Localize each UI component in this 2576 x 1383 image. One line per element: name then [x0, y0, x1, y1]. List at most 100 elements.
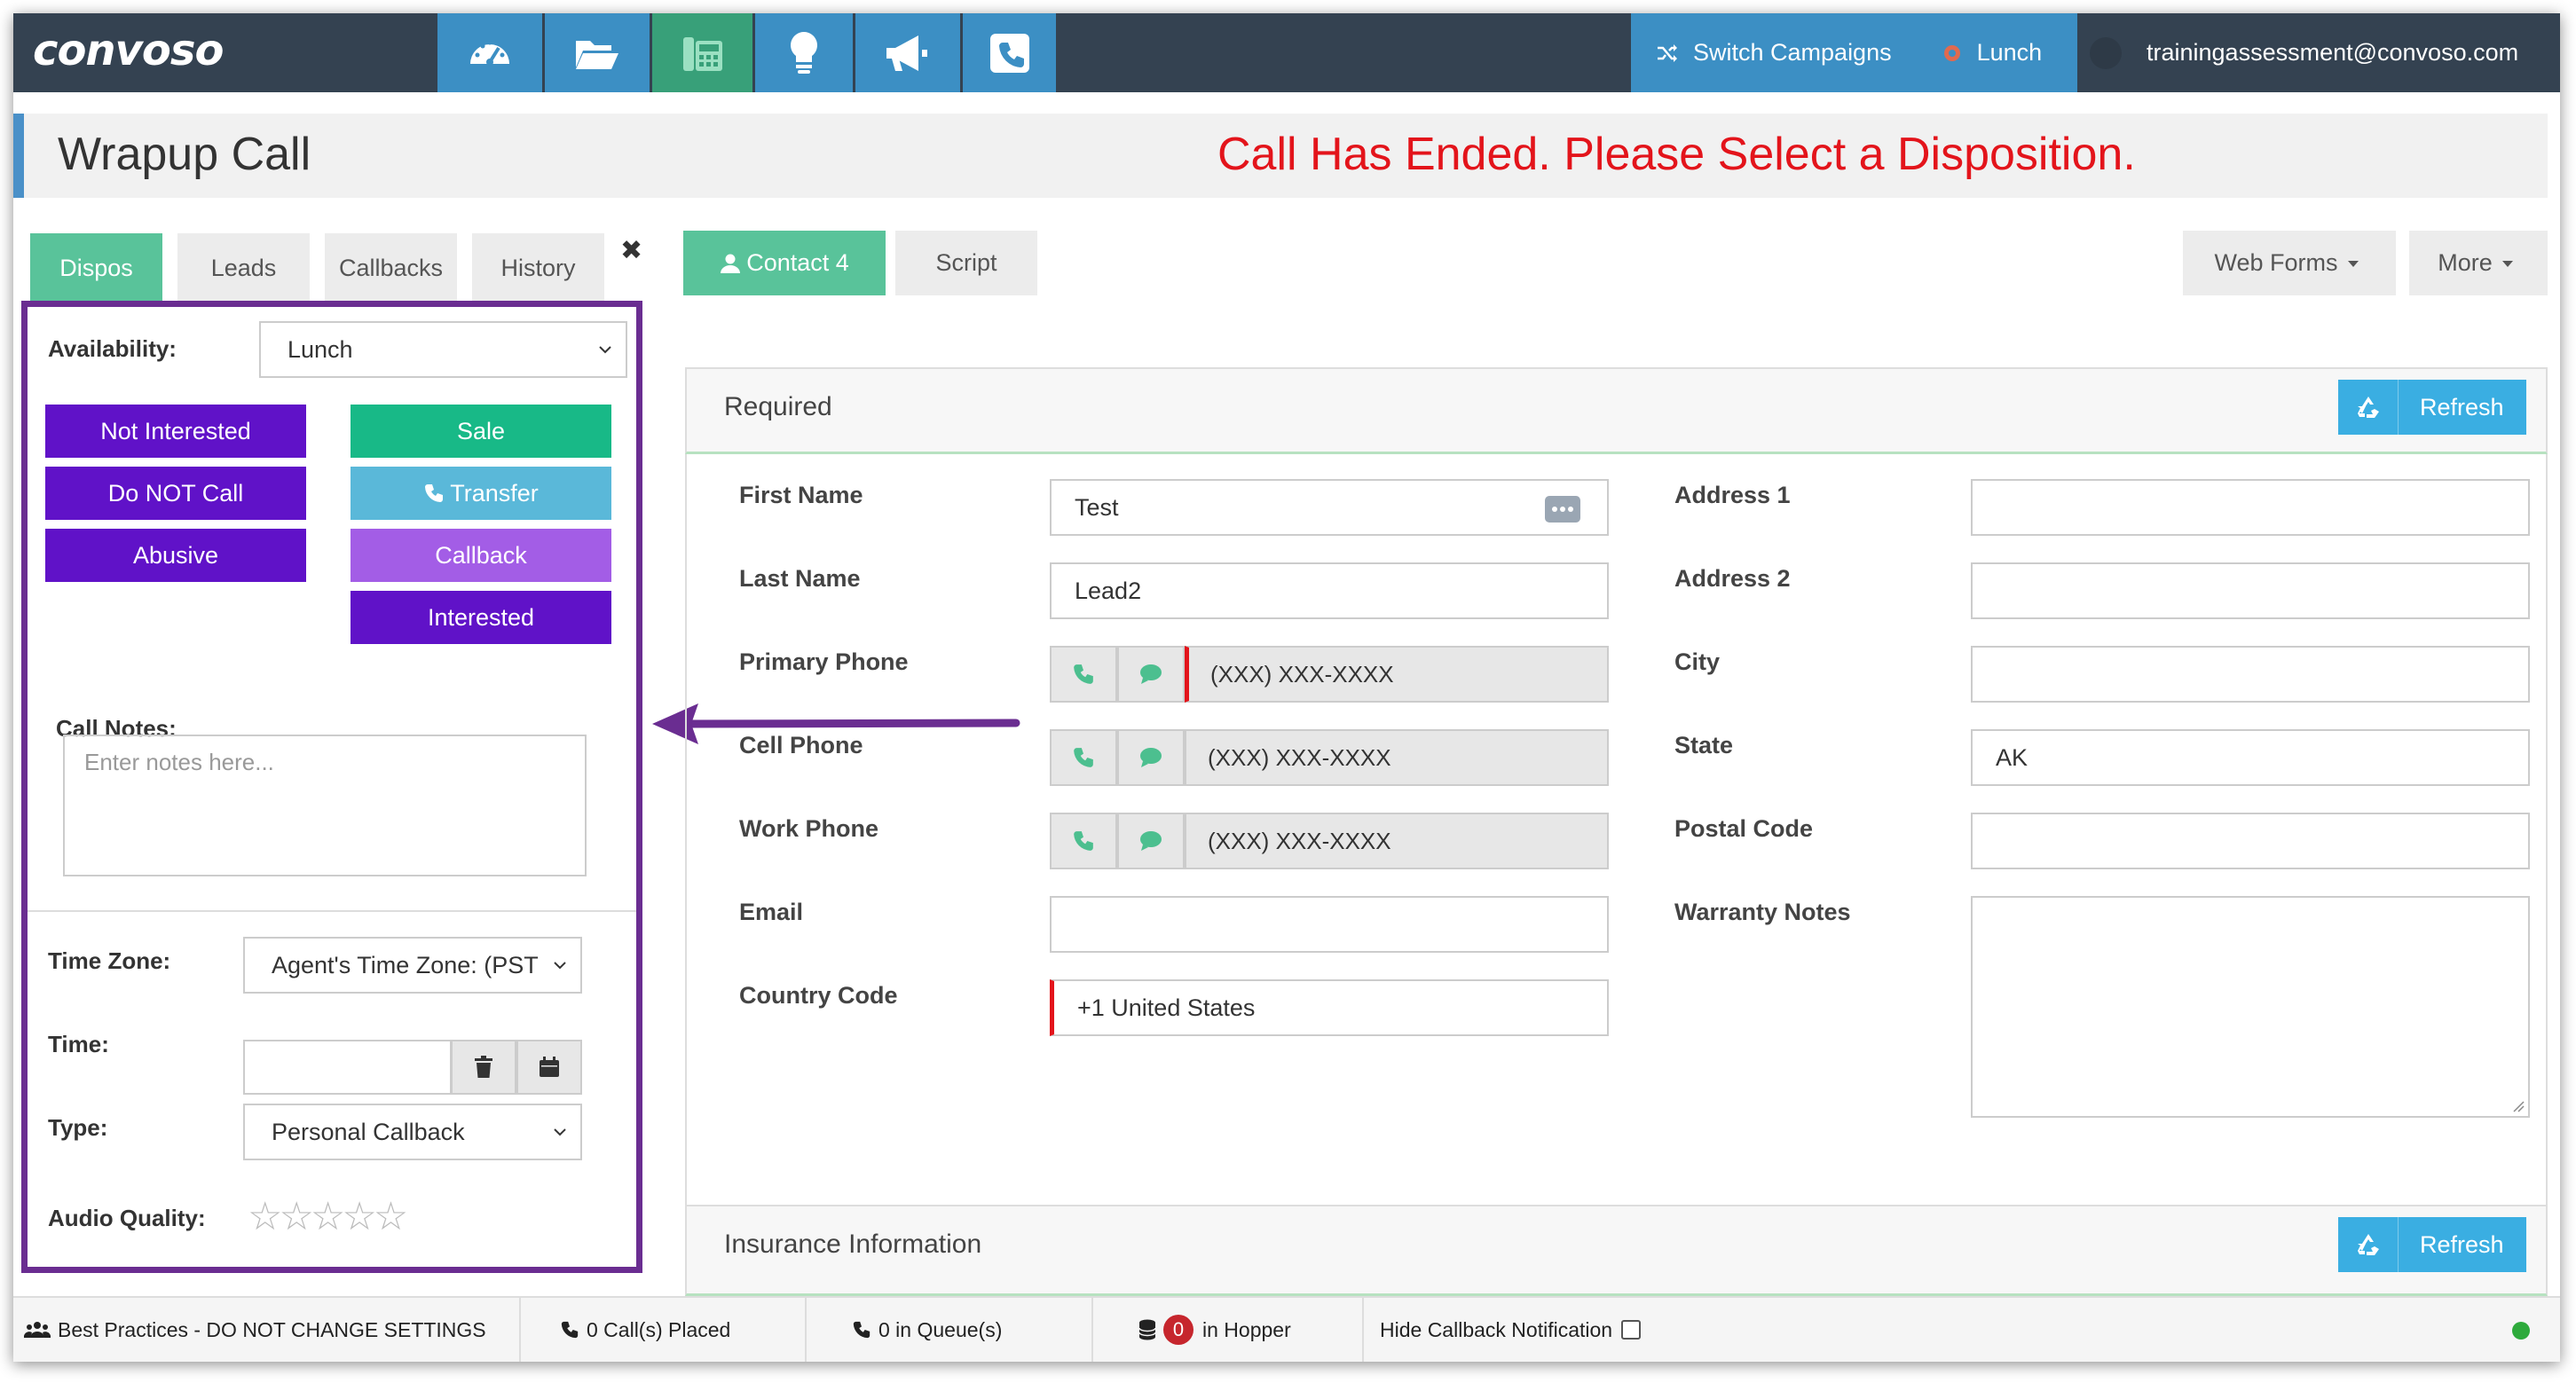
- close-icon[interactable]: ✖: [620, 235, 642, 266]
- gear-icon: [1943, 44, 1960, 61]
- sms-primary-button[interactable]: [1117, 646, 1185, 703]
- type-label: Type:: [48, 1114, 108, 1141]
- sms-cell-button[interactable]: [1117, 729, 1185, 786]
- tab-contact[interactable]: Contact 4: [683, 231, 886, 295]
- work-phone-group: (XXX) XXX-XXXX: [1050, 813, 1609, 869]
- divider: [805, 1298, 807, 1362]
- folder-icon: [576, 40, 618, 69]
- hide-callback-checkbox[interactable]: [1621, 1320, 1642, 1340]
- interested-button[interactable]: Interested: [351, 591, 611, 644]
- do-not-call-button[interactable]: Do NOT Call: [45, 467, 306, 520]
- queue-text: 0 in Queue(s): [878, 1317, 1003, 1341]
- user-icon: [721, 254, 741, 273]
- call-notes-textarea[interactable]: Enter notes here...: [63, 735, 587, 876]
- phone-keypad-button[interactable]: [652, 13, 752, 92]
- campaign-status: Best Practices - DO NOT CHANGE SETTINGS: [24, 1298, 486, 1362]
- sale-button[interactable]: Sale: [351, 405, 611, 458]
- switch-campaigns-label: Switch Campaigns: [1693, 39, 1892, 66]
- not-interested-button[interactable]: Not Interested: [45, 405, 306, 458]
- users-icon: [24, 1322, 51, 1338]
- city-field[interactable]: [1971, 646, 2530, 703]
- email-field[interactable]: [1050, 896, 1609, 953]
- lightbulb-button[interactable]: [755, 13, 853, 92]
- calendar-button[interactable]: [516, 1040, 582, 1095]
- insurance-refresh-label: Refresh: [2420, 1230, 2504, 1258]
- required-section-header: Required Refresh: [685, 367, 2548, 454]
- transfer-button[interactable]: Transfer: [351, 467, 611, 520]
- state-label: State: [1674, 732, 1734, 758]
- cell-phone-label: Cell Phone: [739, 732, 863, 758]
- country-code-label: Country Code: [739, 982, 898, 1009]
- dashboard-button[interactable]: [437, 13, 542, 92]
- megaphone-button[interactable]: [855, 13, 960, 92]
- first-name-value: Test: [1075, 493, 1119, 521]
- chat-bubble-icon: [1140, 831, 1162, 851]
- postal-code-field[interactable]: [1971, 813, 2530, 869]
- insurance-refresh-button[interactable]: Refresh: [2338, 1217, 2526, 1272]
- tab-history[interactable]: History: [472, 233, 604, 303]
- hide-callback-label: Hide Callback Notification: [1380, 1317, 1613, 1341]
- audio-quality-rating[interactable]: ☆☆☆☆☆: [248, 1194, 408, 1239]
- dispositions-panel: Availability: Lunch Not Interested Do NO…: [21, 301, 642, 1273]
- folder-button[interactable]: [545, 13, 650, 92]
- tab-dispos[interactable]: Dispos: [30, 233, 162, 303]
- city-label: City: [1674, 648, 1721, 675]
- callback-button[interactable]: Callback: [351, 529, 611, 582]
- switch-campaigns-button[interactable]: Switch Campaigns: [1656, 39, 1892, 67]
- avatar: [2090, 36, 2122, 69]
- chat-bubble-icon: [1140, 664, 1162, 684]
- hide-callback-toggle[interactable]: Hide Callback Notification: [1380, 1298, 1642, 1362]
- refresh-button[interactable]: Refresh: [2338, 380, 2526, 435]
- primary-phone-value[interactable]: (XXX) XXX-XXXX: [1185, 646, 1609, 703]
- resize-grip-icon[interactable]: [2512, 1100, 2525, 1112]
- address1-field[interactable]: [1971, 479, 2530, 536]
- phone-icon: [1074, 748, 1093, 767]
- last-name-field[interactable]: Lead2: [1050, 562, 1609, 619]
- address2-label: Address 2: [1674, 565, 1791, 592]
- cell-phone-value[interactable]: (XXX) XXX-XXXX: [1185, 729, 1609, 786]
- tab-callbacks[interactable]: Callbacks: [325, 233, 457, 303]
- time-zone-select[interactable]: Agent's Time Zone: (PST: [243, 937, 582, 994]
- agent-status-button[interactable]: Lunch: [1942, 39, 2043, 67]
- phone-square-icon: [989, 33, 1029, 73]
- phone-icon: [561, 1321, 579, 1339]
- call-work-button[interactable]: [1050, 813, 1117, 869]
- top-navbar: convoso Switch Campaigns Lunch traininga…: [13, 13, 2560, 92]
- lightbulb-icon: [791, 31, 817, 74]
- callback-type-select[interactable]: Personal Callback: [243, 1104, 582, 1160]
- call-primary-button[interactable]: [1050, 646, 1117, 703]
- address2-field[interactable]: [1971, 562, 2530, 619]
- tab-leads[interactable]: Leads: [177, 233, 310, 303]
- postal-code-label: Postal Code: [1674, 815, 1814, 842]
- chevron-down-icon: [554, 1128, 566, 1136]
- page-header: Wrapup Call Call Has Ended. Please Selec…: [13, 114, 2548, 198]
- phone-button[interactable]: [963, 13, 1056, 92]
- country-code-select[interactable]: +1 United States: [1050, 979, 1609, 1036]
- refresh-label: Refresh: [2420, 393, 2504, 420]
- call-cell-button[interactable]: [1050, 729, 1117, 786]
- tab-script[interactable]: Script: [895, 231, 1037, 295]
- calls-placed-status: 0 Call(s) Placed: [560, 1298, 730, 1362]
- warranty-notes-label: Warranty Notes: [1674, 899, 1851, 925]
- megaphone-icon: [886, 35, 927, 71]
- more-dropdown[interactable]: More: [2409, 231, 2548, 295]
- abusive-button[interactable]: Abusive: [45, 529, 306, 582]
- web-forms-dropdown[interactable]: Web Forms: [2183, 231, 2396, 295]
- agent-status-label: Lunch: [1976, 39, 2043, 66]
- divider: [28, 910, 636, 912]
- availability-select[interactable]: Lunch: [259, 321, 627, 378]
- work-phone-value[interactable]: (XXX) XXX-XXXX: [1185, 813, 1609, 869]
- time-zone-value: Agent's Time Zone: (PST: [272, 951, 539, 978]
- required-section-title: Required: [724, 392, 832, 421]
- first-name-field[interactable]: Test: [1050, 479, 1609, 536]
- divider: [1091, 1298, 1093, 1362]
- clear-time-button[interactable]: [451, 1040, 516, 1095]
- sms-work-button[interactable]: [1117, 813, 1185, 869]
- warranty-notes-textarea[interactable]: [1971, 896, 2530, 1118]
- time-input[interactable]: [243, 1040, 452, 1095]
- insurance-section-header: Insurance Information Refresh: [685, 1205, 2548, 1296]
- time-label: Time:: [48, 1031, 109, 1057]
- recycle-icon: [2338, 1217, 2399, 1272]
- state-field[interactable]: AK: [1971, 729, 2530, 786]
- user-menu[interactable]: trainingassessment@convoso.com: [2077, 13, 2560, 92]
